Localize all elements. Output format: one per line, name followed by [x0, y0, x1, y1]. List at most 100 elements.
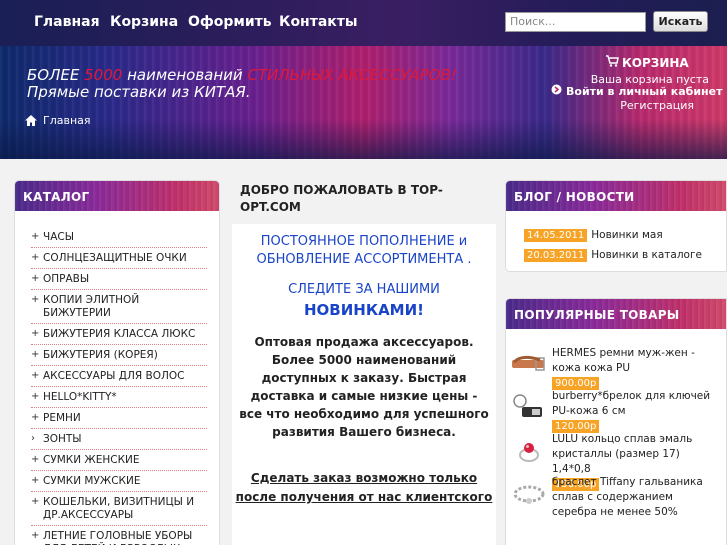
- expand-icon: +: [31, 370, 40, 381]
- follow-note: СЛЕДИТЕ ЗА НАШИМИ: [288, 282, 440, 297]
- product-info: браслет Tiffany гальваника сплав с содер…: [552, 475, 720, 520]
- top-navigation: Главная Корзина Оформить Контакты Поиск.…: [0, 0, 727, 46]
- news-item[interactable]: 14.05.2011 Новинки мая: [506, 225, 726, 245]
- bracelet-thumbnail-icon[interactable]: [510, 477, 548, 511]
- nav-checkout-link[interactable]: Оформить: [188, 14, 272, 30]
- slogan-line-1: БОЛЕЕ 5000 наименований СТИЛЬНЫХ АКСЕССУ…: [27, 66, 457, 84]
- product-item[interactable]: LULU кольцо сплав эмаль кристаллы (разме…: [506, 432, 726, 491]
- news-date: 14.05.2011: [524, 228, 588, 242]
- catalog-item[interactable]: + БИЖУТЕРИЯ КЛАССА ЛЮКС: [31, 324, 207, 345]
- catalog-item-label: СОЛНЦЕЗАЩИТНЫЕ ОЧКИ: [43, 252, 187, 264]
- catalog-item-label: ЗОНТЫ: [43, 433, 82, 445]
- product-name[interactable]: LULU кольцо сплав эмаль кристаллы (разме…: [552, 432, 720, 477]
- catalog-item-label: КОШЕЛЬКИ, ВИЗИТНИЦЫ И ДР.АКСЕССУАРЫ: [43, 496, 195, 521]
- news-item[interactable]: 20.03.2011 Новинки в каталоге: [506, 245, 726, 265]
- catalog-item[interactable]: + ЧАСЫ: [31, 227, 207, 248]
- news-date: 20.03.2011: [524, 248, 588, 262]
- main-content: ДОБРО ПОЖАЛОВАТЬ В TOP-OPT.COM ПОСТОЯННО…: [232, 180, 496, 545]
- header-banner: БОЛЕЕ 5000 наименований СТИЛЬНЫХ АКСЕССУ…: [0, 46, 727, 159]
- home-icon[interactable]: [24, 114, 38, 127]
- catalog-item[interactable]: + СУМКИ ЖЕНСКИЕ: [31, 450, 207, 471]
- banner-fade: [0, 119, 727, 159]
- product-name[interactable]: HERMES ремни муж-жен - кожа кожа PU: [552, 346, 720, 376]
- catalog-title: КАТАЛОГ: [15, 181, 219, 211]
- belt-thumbnail-icon[interactable]: [510, 348, 548, 382]
- product-name[interactable]: burberry*брелок для ключей PU-кожа 6 см: [552, 389, 720, 419]
- news-title[interactable]: Новинки в каталоге: [591, 249, 702, 261]
- product-info: burberry*брелок для ключей PU-кожа 6 см …: [552, 389, 720, 433]
- catalog-item[interactable]: + ОПРАВЫ: [31, 269, 207, 290]
- expand-icon: +: [31, 475, 40, 486]
- catalog-list: + ЧАСЫ + СОЛНЦЕЗАЩИТНЫЕ ОЧКИ + ОПРАВЫ + КОПИ…: [15, 211, 219, 545]
- wholesale-description: Оптовая продажа аксессуаров. Более 5000 …: [239, 335, 489, 439]
- arrow-right-icon: [551, 84, 562, 98]
- keychain-thumbnail-icon[interactable]: [510, 391, 548, 425]
- blog-title: БЛОГ / НОВОСТИ: [506, 181, 726, 211]
- catalog-item[interactable]: +ЛЕТНИЕ ГОЛОВНЫЕ УБОРЫ ДЛЯ ДЕТЕЙ И ВЗРОС…: [31, 526, 207, 545]
- catalog-item[interactable]: + СОЛНЦЕЗАЩИТНЫЕ ОЧКИ: [31, 248, 207, 269]
- product-name[interactable]: браслет Tiffany гальваника сплав с содер…: [552, 475, 720, 520]
- news-title[interactable]: Новинки мая: [591, 229, 662, 241]
- slogan-number: 5000: [84, 66, 123, 84]
- slogan-text: БОЛЕЕ: [27, 66, 85, 84]
- catalog-item[interactable]: + РЕМНИ: [31, 408, 207, 429]
- catalog-item[interactable]: + СУМКИ МУЖСКИЕ: [31, 471, 207, 492]
- expand-icon: +: [31, 231, 40, 242]
- catalog-item-label: БИЖУТЕРИЯ КЛАССА ЛЮКС: [43, 328, 196, 340]
- login-link[interactable]: Войти в личный кабинет: [551, 84, 722, 98]
- catalog-item-label: HELLO*KITTY*: [43, 391, 117, 403]
- nav-cart-link[interactable]: Корзина: [110, 14, 178, 30]
- chevron-right-icon: ›: [31, 433, 35, 444]
- order-note: Сделать заказ возможно только после полу…: [235, 471, 493, 504]
- slogan-highlight: СТИЛЬНЫХ АКСЕССУАРОВ!: [247, 66, 457, 84]
- popular-title: ПОПУЛЯРНЫЕ ТОВАРЫ: [506, 299, 726, 329]
- blog-panel: БЛОГ / НОВОСТИ 14.05.2011 Новинки мая 20…: [505, 180, 727, 272]
- search-button[interactable]: Искать: [653, 11, 708, 32]
- slogan-text-2: наименований: [122, 66, 248, 84]
- expand-icon: +: [31, 454, 40, 465]
- popular-products-panel: ПОПУЛЯРНЫЕ ТОВАРЫ HERMES ремни муж-жен -…: [505, 298, 727, 545]
- catalog-item-label: КОПИИ ЭЛИТНОЙ БИЖУТЕРИИ: [43, 294, 140, 319]
- product-item[interactable]: HERMES ремни муж-жен - кожа кожа PU 900.…: [506, 346, 726, 390]
- breadcrumb: Главная: [24, 114, 91, 127]
- expand-icon: +: [31, 273, 40, 284]
- novelties-note: НОВИНКАМИ!: [303, 301, 425, 319]
- search-input[interactable]: Поиск...: [505, 12, 646, 32]
- breadcrumb-home-link[interactable]: Главная: [43, 114, 91, 127]
- register-link[interactable]: Регистрация: [620, 99, 694, 112]
- ring-thumbnail-icon[interactable]: [510, 434, 548, 468]
- expand-icon: +: [31, 349, 40, 360]
- nav-contacts-link[interactable]: Контакты: [279, 14, 358, 30]
- slogan-line-2: Прямые поставки из КИТАЯ.: [27, 83, 251, 101]
- catalog-item[interactable]: + HELLO*KITTY*: [31, 387, 207, 408]
- expand-icon: +: [31, 530, 40, 541]
- cart-title[interactable]: КОРЗИНА: [605, 55, 689, 70]
- product-item[interactable]: burberry*брелок для ключей PU-кожа 6 см …: [506, 389, 726, 433]
- cart-icon: [605, 55, 619, 70]
- catalog-item[interactable]: + БИЖУТЕРИЯ (КОРЕЯ): [31, 345, 207, 366]
- catalog-item-label: РЕМНИ: [43, 412, 81, 424]
- catalog-item-label: ЧАСЫ: [43, 231, 74, 243]
- catalog-item[interactable]: + АКСЕССУАРЫ ДЛЯ ВОЛОС: [31, 366, 207, 387]
- catalog-item-label: АКСЕССУАРЫ ДЛЯ ВОЛОС: [43, 370, 185, 382]
- assortment-note: ПОСТОЯННОЕ ПОПОЛНЕНИЕ и ОБНОВЛЕНИЕ АССОР…: [256, 234, 472, 267]
- expand-icon: +: [31, 294, 40, 305]
- welcome-box: ПОСТОЯННОЕ ПОПОЛНЕНИЕ и ОБНОВЛЕНИЕ АССОР…: [232, 224, 496, 545]
- expand-icon: +: [31, 328, 40, 339]
- catalog-item-label: ОПРАВЫ: [43, 273, 90, 285]
- catalog-item-label: БИЖУТЕРИЯ (КОРЕЯ): [43, 349, 158, 361]
- page-title: ДОБРО ПОЖАЛОВАТЬ В TOP-OPT.COM: [232, 180, 496, 218]
- expand-icon: +: [31, 252, 40, 263]
- expand-icon: +: [31, 496, 40, 507]
- nav-home-link[interactable]: Главная: [34, 14, 100, 30]
- product-info: HERMES ремни муж-жен - кожа кожа PU 900.…: [552, 346, 720, 390]
- catalog-item[interactable]: + КОШЕЛЬКИ, ВИЗИТНИЦЫ И ДР.АКСЕССУАРЫ: [31, 492, 207, 526]
- catalog-item[interactable]: + КОПИИ ЭЛИТНОЙ БИЖУТЕРИИ: [31, 290, 207, 324]
- catalog-item-label: ЛЕТНИЕ ГОЛОВНЫЕ УБОРЫ ДЛЯ ДЕТЕЙ И ВЗРОСЛ…: [43, 530, 193, 545]
- catalog-item-label: СУМКИ ЖЕНСКИЕ: [43, 454, 140, 466]
- catalog-panel: КАТАЛОГ + ЧАСЫ + СОЛНЦЕЗАЩИТНЫЕ ОЧКИ + ОПРА…: [14, 180, 220, 545]
- expand-icon: +: [31, 391, 40, 402]
- catalog-item[interactable]: › ЗОНТЫ: [31, 429, 207, 450]
- catalog-item-label: СУМКИ МУЖСКИЕ: [43, 475, 141, 487]
- product-item[interactable]: браслет Tiffany гальваника сплав с содер…: [506, 475, 726, 518]
